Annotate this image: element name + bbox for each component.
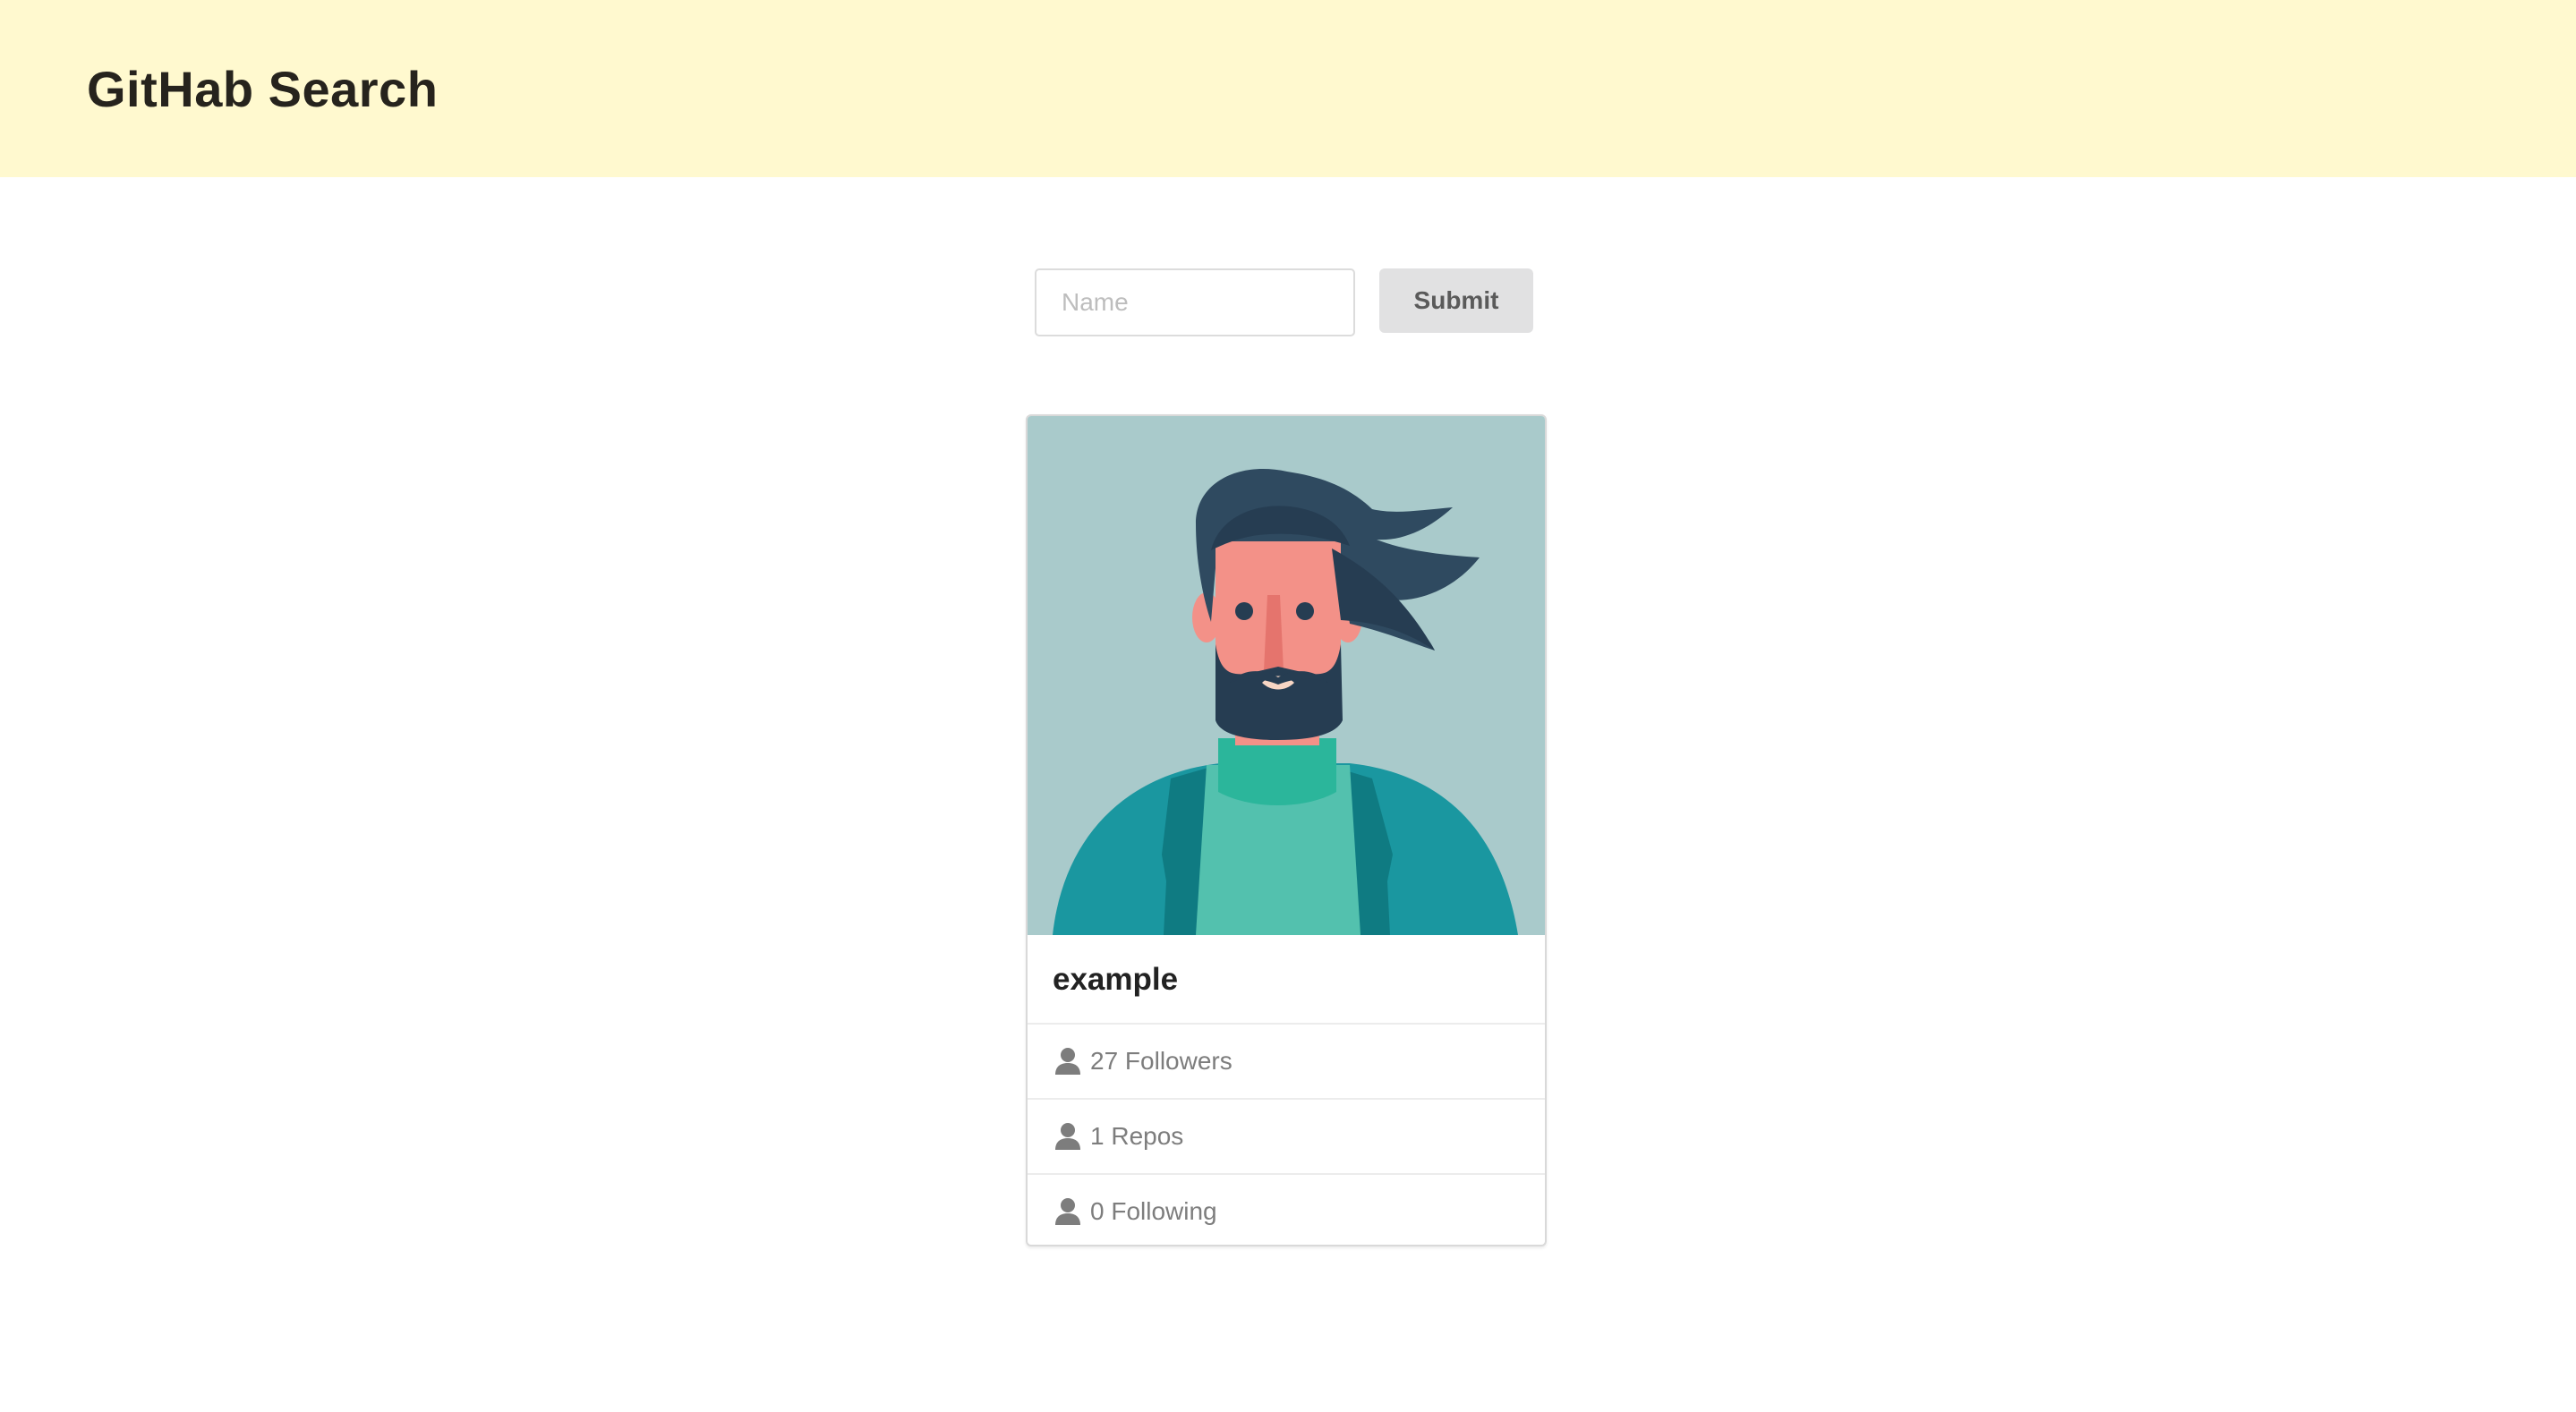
following-count: 0 Following (1090, 1197, 1217, 1225)
submit-button[interactable]: Submit (1379, 268, 1533, 333)
following-stat: 0 Following (1028, 1173, 1545, 1245)
profile-name: example (1053, 962, 1179, 997)
user-icon (1055, 1123, 1080, 1150)
name-input[interactable] (1035, 268, 1355, 336)
avatar (1028, 416, 1545, 935)
repos-count: 1 Repos (1090, 1122, 1184, 1150)
followers-count: 27 Followers (1090, 1047, 1233, 1075)
user-icon (1055, 1198, 1080, 1225)
app-header: GitHab Search (0, 0, 2576, 177)
user-icon (1055, 1048, 1080, 1075)
followers-stat: 27 Followers (1028, 1023, 1545, 1098)
app-title: GitHab Search (87, 61, 439, 117)
repos-stat: 1 Repos (1028, 1098, 1545, 1173)
search-form: Submit (1035, 268, 1536, 336)
profile-card: example 27 Followers 1 Repos 0 Following (1026, 414, 1547, 1246)
